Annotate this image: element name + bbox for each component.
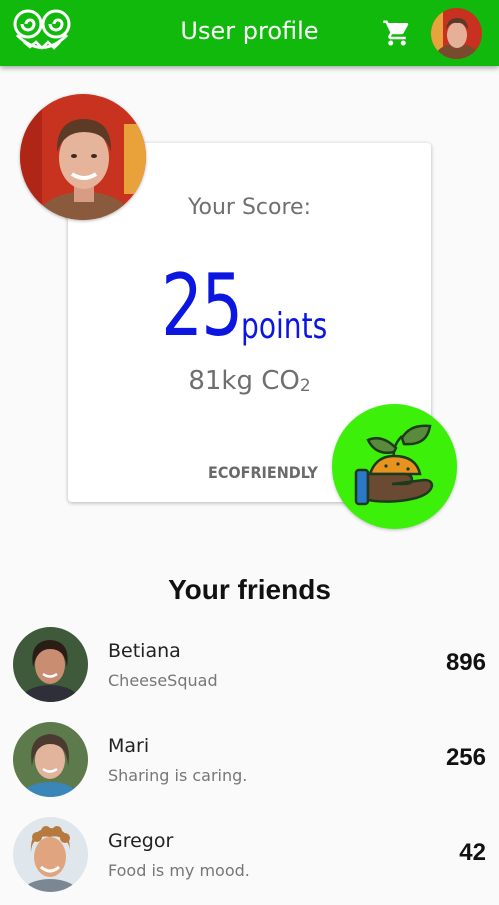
co2-subscript: 2 [299,376,311,396]
friend-avatar [13,817,88,892]
friend-points: 42 [459,839,486,866]
friend-status: Sharing is caring. [108,766,248,785]
friends-title: Your friends [168,574,331,605]
list-item[interactable]: Gregor Food is my mood. 42 [0,817,499,905]
account-avatar[interactable] [431,8,482,59]
badge-label: ECOFRIENDLY [208,463,318,482]
score-unit: points [241,306,328,347]
friend-avatar [13,627,88,702]
co2-amount: 81kg CO [188,366,300,396]
app-bar: User profile [0,0,499,66]
list-item[interactable]: Betiana CheeseSquad 896 [0,627,499,717]
plant-in-hand-icon [354,424,434,506]
co2-saved: 81kg CO2 [68,366,431,396]
friend-name: Betiana [108,640,181,662]
score-value: 25 [161,256,243,356]
friend-points: 896 [445,649,486,676]
profile-avatar[interactable] [20,94,146,220]
friend-status: Food is my mood. [108,861,250,880]
score-line: 25points [68,261,431,351]
friend-status: CheeseSquad [108,671,218,690]
page-title: User profile [180,17,319,45]
list-item[interactable]: Mari Sharing is caring. 256 [0,722,499,812]
friend-name: Gregor [108,830,174,852]
friend-name: Mari [108,735,150,757]
cart-icon[interactable] [382,18,412,48]
ecofriendly-badge[interactable] [332,404,457,529]
friend-points: 256 [445,744,486,771]
friend-avatar [13,722,88,797]
